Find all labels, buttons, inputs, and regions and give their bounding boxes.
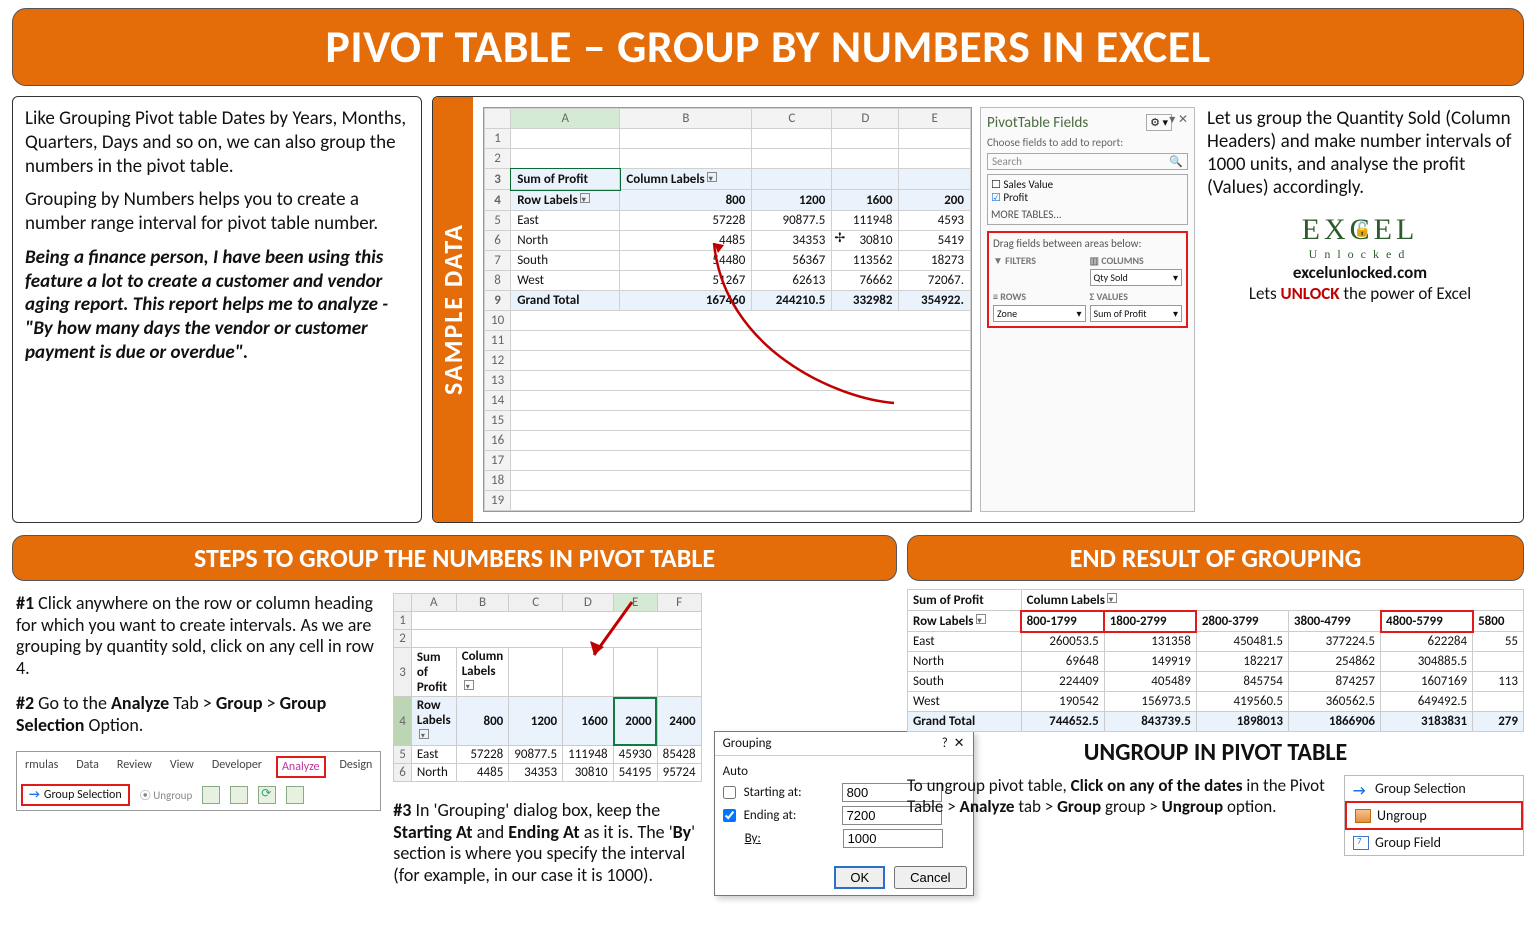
column-labels-dropdown-icon[interactable] bbox=[707, 172, 717, 182]
tab-analyze[interactable]: Analyze bbox=[276, 756, 326, 778]
col-head-a[interactable]: A bbox=[511, 109, 620, 129]
starting-at-checkbox[interactable] bbox=[723, 786, 736, 799]
dialog-title: Grouping bbox=[723, 736, 772, 751]
intro-p3: Being a finance person, I have been usin… bbox=[25, 246, 409, 365]
area-columns-qty[interactable]: Qty Sold▾ bbox=[1090, 269, 1183, 286]
menu-ungroup[interactable]: Ungroup bbox=[1345, 801, 1523, 830]
col-head-b[interactable]: B bbox=[620, 109, 752, 129]
intro-card: Like Grouping Pivot table Dates by Years… bbox=[12, 96, 422, 523]
cell[interactable]: 800 bbox=[620, 190, 752, 211]
brand-logo: EXC🔓EL Unlocked excelunlocked.com Lets U… bbox=[1207, 213, 1513, 304]
cell[interactable]: 200 bbox=[899, 190, 971, 211]
result-title: END RESULT OF GROUPING bbox=[907, 535, 1524, 581]
ungroup-menu: →Group Selection Ungroup Group Field bbox=[1344, 775, 1524, 856]
field-profit[interactable]: Profit bbox=[991, 191, 1184, 204]
row-labels-dropdown-icon[interactable] bbox=[580, 193, 590, 203]
ok-button[interactable]: OK bbox=[834, 866, 885, 889]
ribbon-icon[interactable] bbox=[286, 786, 304, 804]
areas-panel: Drag fields between areas below: ▼ FILTE… bbox=[987, 231, 1188, 328]
drag-hint: Drag fields between areas below: bbox=[993, 237, 1182, 250]
ptf-subtitle: Choose fields to add to report: bbox=[987, 136, 1188, 149]
sample-panel: SAMPLE DATA A B C D E 1 2 3 Sum of bbox=[432, 96, 1524, 523]
rows-icon: ≡ bbox=[993, 290, 998, 303]
menu-group-field[interactable]: Group Field bbox=[1345, 830, 1523, 855]
tab-formulas[interactable]: rmulas bbox=[21, 756, 62, 778]
filter-icon: ▼ bbox=[993, 254, 1003, 267]
search-icon: 🔍 bbox=[1169, 155, 1183, 168]
ungroup-title: UNGROUP IN PIVOT TABLE bbox=[907, 738, 1524, 767]
arrow-icon: → bbox=[29, 788, 40, 802]
ending-at-label: Ending at: bbox=[744, 808, 834, 823]
row-labels-label: Row Labels bbox=[517, 193, 578, 208]
tab-review[interactable]: Review bbox=[113, 756, 156, 778]
tab-view[interactable]: View bbox=[166, 756, 198, 778]
col-head-d[interactable]: D bbox=[832, 109, 899, 129]
steps-title: STEPS TO GROUP THE NUMBERS IN PIVOT TABL… bbox=[12, 535, 897, 581]
ungroup-icon bbox=[1355, 809, 1371, 823]
col-head-e[interactable]: E bbox=[899, 109, 971, 129]
cell[interactable]: 1200 bbox=[752, 190, 832, 211]
step-3: #3 In 'Grouping' dialog box, keep the St… bbox=[393, 800, 701, 886]
sample-side-label: SAMPLE DATA bbox=[433, 97, 473, 522]
area-values-sum[interactable]: Sum of Profit▾ bbox=[1090, 305, 1183, 322]
step-1: #1 Click anywhere on the row or column h… bbox=[16, 593, 381, 679]
ribbon-screenshot: rmulas Data Review View Developer Analyz… bbox=[16, 751, 381, 811]
ribbon-icon[interactable] bbox=[202, 786, 220, 804]
ribbon-icon[interactable] bbox=[230, 786, 248, 804]
cell[interactable]: 1600 bbox=[832, 190, 899, 211]
step1-mini-grid: ABCDEF 1 2 3Sum of ProfitColumn Labels 4… bbox=[393, 593, 701, 782]
page-title: PIVOT TABLE – GROUP BY NUMBERS IN EXCEL bbox=[12, 8, 1524, 86]
step-2: #2 Go to the Analyze Tab > Group > Group… bbox=[16, 693, 381, 736]
sum-of-profit-label: Sum of Profit bbox=[517, 172, 588, 187]
area-rows-zone[interactable]: Zone▾ bbox=[993, 305, 1086, 322]
tab-data[interactable]: Data bbox=[72, 756, 103, 778]
site-url: excelunlocked.com bbox=[1207, 262, 1513, 283]
arrow-icon: → bbox=[1353, 782, 1369, 796]
values-icon: Σ bbox=[1090, 290, 1095, 303]
intro-p2: Grouping by Numbers helps you to create … bbox=[25, 188, 409, 236]
ungroup-text: To ungroup pivot table, Click on any of … bbox=[907, 775, 1334, 817]
col-head-c[interactable]: C bbox=[752, 109, 832, 129]
ungroup-button[interactable]: ⦿ Ungroup bbox=[140, 787, 193, 803]
column-labels-label: Column Labels bbox=[626, 172, 704, 187]
by-label: By: bbox=[745, 831, 835, 846]
more-tables-link[interactable]: MORE TABLES... bbox=[991, 208, 1184, 221]
tagline: Lets UNLOCK the power of Excel bbox=[1207, 283, 1513, 304]
search-input[interactable]: Search🔍 bbox=[987, 153, 1188, 170]
sample-spreadsheet: A B C D E 1 2 3 Sum of Profit Column Lab… bbox=[483, 107, 972, 512]
intro-p1: Like Grouping Pivot table Dates by Years… bbox=[25, 107, 409, 178]
group-field-icon bbox=[1353, 836, 1369, 850]
ending-at-checkbox[interactable] bbox=[723, 809, 736, 822]
group-selection-button[interactable]: →Group Selection bbox=[21, 784, 130, 806]
tab-design[interactable]: Design bbox=[336, 756, 377, 778]
menu-group-selection[interactable]: →Group Selection bbox=[1345, 776, 1523, 801]
ribbon-refresh-icon[interactable]: ⟳ bbox=[258, 786, 276, 804]
starting-at-label: Starting at: bbox=[744, 785, 834, 800]
sample-description: Let us group the Quantity Sold (Column H… bbox=[1207, 107, 1513, 199]
gear-icon[interactable]: ⚙ ▾ bbox=[1146, 114, 1172, 131]
tab-developer[interactable]: Developer bbox=[208, 756, 266, 778]
field-sales-value[interactable]: Sales Value bbox=[991, 178, 1184, 191]
close-icon[interactable]: ▾ ✕ bbox=[1169, 112, 1188, 127]
pivottable-fields-pane: ⚙ ▾ ▾ ✕ PivotTable Fields Choose fields … bbox=[980, 107, 1195, 512]
result-table: Sum of ProfitColumn Labels Row Labels 80… bbox=[907, 589, 1524, 732]
columns-icon: ▥ bbox=[1090, 254, 1099, 267]
